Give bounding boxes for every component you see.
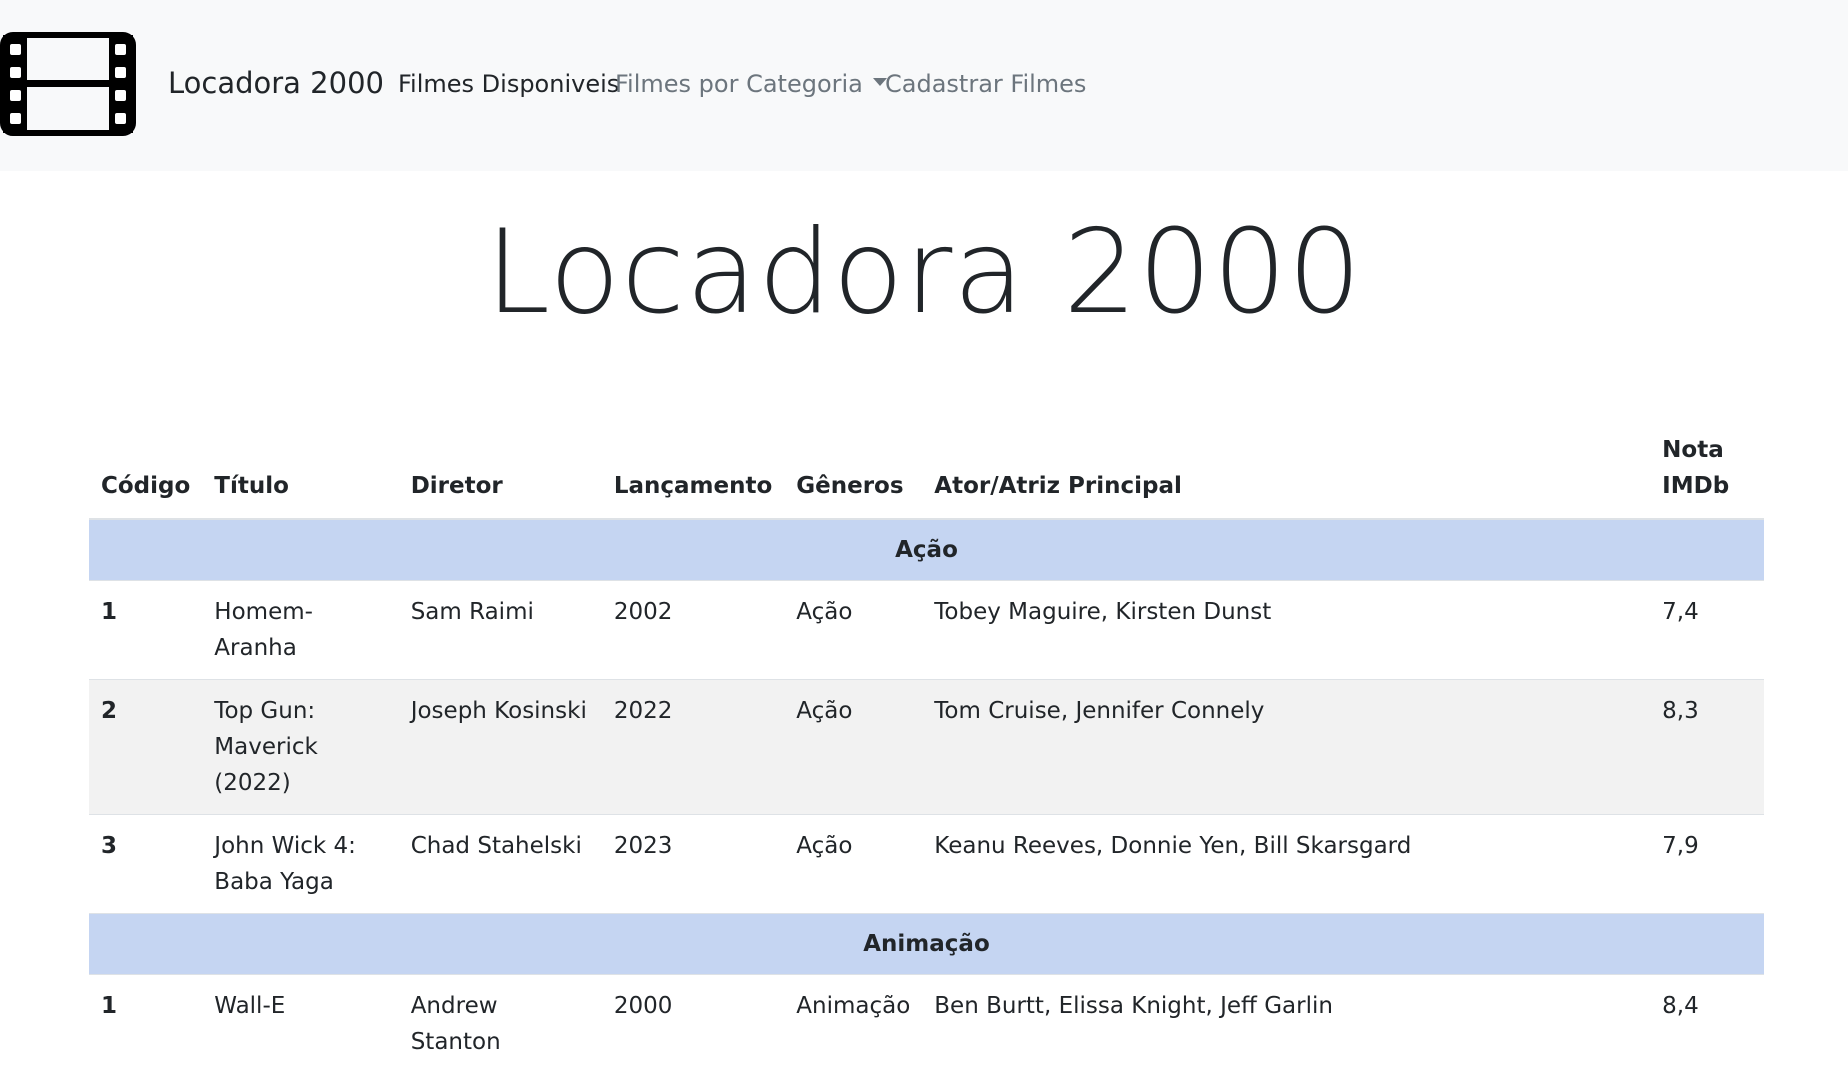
group-row-animacao: Animação	[89, 914, 1764, 975]
cell-titulo: John Wick 4: Baba Yaga	[202, 815, 398, 914]
navbar-brand[interactable]: Locadora 2000	[168, 66, 384, 100]
cell-titulo: Top Gun: Maverick (2022)	[202, 680, 398, 815]
cell-ator: Tom Cruise, Jennifer Connely	[922, 680, 1650, 815]
table-row: 3 John Wick 4: Baba Yaga Chad Stahelski …	[89, 815, 1764, 914]
cell-nota: 8,4	[1650, 975, 1764, 1073]
header-ator: Ator/Atriz Principal	[922, 420, 1650, 519]
header-titulo: Título	[202, 420, 398, 519]
cell-diretor: Joseph Kosinski	[399, 680, 602, 815]
movies-table-container: Código Título Diretor Lançamento Gêneros…	[89, 420, 1764, 1073]
table-row: 2 Top Gun: Maverick (2022) Joseph Kosins…	[89, 680, 1764, 815]
movies-table: Código Título Diretor Lançamento Gêneros…	[89, 420, 1764, 1073]
table-row: 1 Wall-E Andrew Stanton 2000 Animação Be…	[89, 975, 1764, 1073]
cell-diretor: Chad Stahelski	[399, 815, 602, 914]
header-diretor: Diretor	[399, 420, 602, 519]
nav-dropdown-label: Filmes por Categoria	[615, 70, 863, 98]
page-title: Locadora 2000	[0, 205, 1848, 340]
cell-lancamento: 2002	[602, 581, 784, 680]
cell-lancamento: 2000	[602, 975, 784, 1073]
film-icon[interactable]	[0, 32, 136, 136]
cell-codigo: 2	[89, 680, 202, 815]
cell-diretor: Andrew Stanton	[399, 975, 602, 1073]
cell-codigo: 3	[89, 815, 202, 914]
nav-link-cadastrar-filmes[interactable]: Cadastrar Filmes	[885, 70, 1086, 98]
cell-titulo: Wall-E	[202, 975, 398, 1073]
group-label: Ação	[89, 519, 1764, 581]
table-row: 1 Homem-Aranha Sam Raimi 2002 Ação Tobey…	[89, 581, 1764, 680]
cell-ator: Keanu Reeves, Donnie Yen, Bill Skarsgard	[922, 815, 1650, 914]
cell-diretor: Sam Raimi	[399, 581, 602, 680]
nav-link-filmes-disponiveis[interactable]: Filmes Disponiveis	[398, 70, 619, 98]
cell-nota: 7,9	[1650, 815, 1764, 914]
table-header-row: Código Título Diretor Lançamento Gêneros…	[89, 420, 1764, 519]
header-generos: Gêneros	[784, 420, 922, 519]
cell-generos: Animação	[784, 975, 922, 1073]
header-lancamento: Lançamento	[602, 420, 784, 519]
cell-lancamento: 2023	[602, 815, 784, 914]
cell-nota: 7,4	[1650, 581, 1764, 680]
cell-codigo: 1	[89, 975, 202, 1073]
navbar: Locadora 2000 Filmes Disponiveis Filmes …	[0, 0, 1848, 171]
cell-codigo: 1	[89, 581, 202, 680]
nav-dropdown-filmes-por-categoria[interactable]: Filmes por Categoria	[615, 70, 887, 98]
group-label: Animação	[89, 914, 1764, 975]
header-nota: Nota IMDb	[1650, 420, 1764, 519]
cell-nota: 8,3	[1650, 680, 1764, 815]
cell-generos: Ação	[784, 815, 922, 914]
cell-ator: Ben Burtt, Elissa Knight, Jeff Garlin	[922, 975, 1650, 1073]
header-codigo: Código	[89, 420, 202, 519]
cell-titulo: Homem-Aranha	[202, 581, 398, 680]
cell-generos: Ação	[784, 680, 922, 815]
cell-lancamento: 2022	[602, 680, 784, 815]
group-row-acao: Ação	[89, 519, 1764, 581]
cell-generos: Ação	[784, 581, 922, 680]
cell-ator: Tobey Maguire, Kirsten Dunst	[922, 581, 1650, 680]
